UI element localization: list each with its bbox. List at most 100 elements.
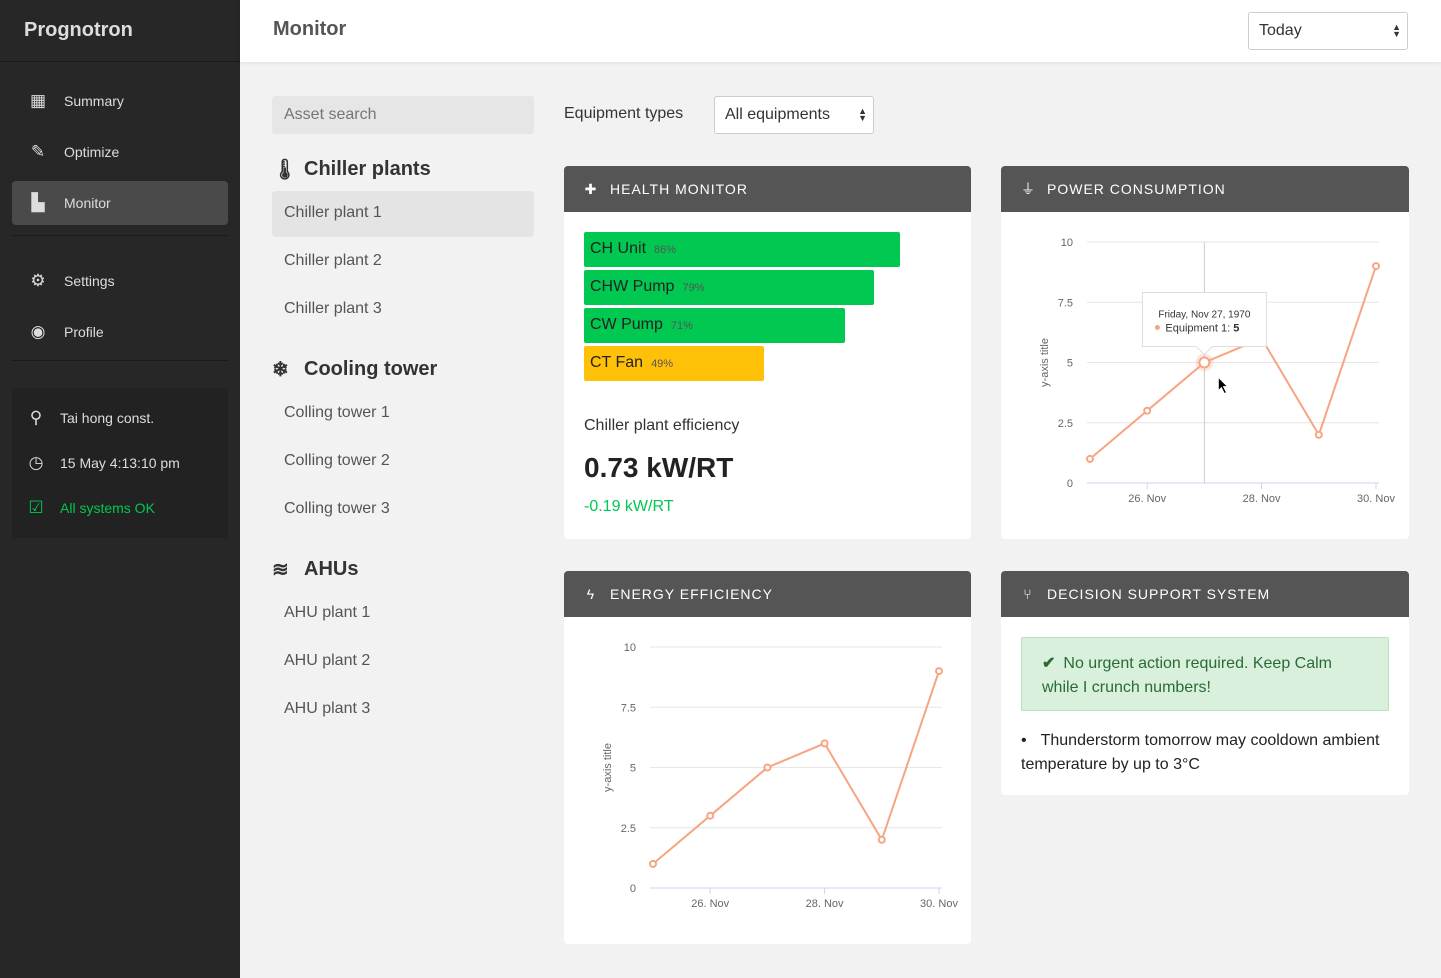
asset-item[interactable]: Chiller plant 1 (272, 191, 534, 237)
asset-item[interactable]: AHU plant 3 (272, 687, 534, 733)
nav-label: Monitor (64, 195, 111, 211)
wind-icon: ≋ (272, 559, 289, 581)
y-tick-label: 0 (630, 883, 636, 895)
divider (12, 360, 228, 361)
y-tick-label: 7.5 (621, 702, 636, 714)
bar-percent: 71% (670, 320, 693, 332)
x-tick-label: 28. Nov (806, 898, 844, 910)
top-bar: Monitor Today ▲ ▼ (240, 0, 1441, 62)
y-tick-label: 2.5 (621, 823, 636, 835)
app-logo: Prognotron (0, 0, 240, 62)
asset-item[interactable]: AHU plant 1 (272, 591, 534, 637)
data-point (1086, 454, 1094, 463)
snowflake-icon: ❄ (272, 359, 289, 381)
asset-item[interactable]: AHU plant 2 (272, 639, 534, 685)
bar-label: CH Unit (590, 240, 647, 257)
y-tick-label: 5 (1067, 358, 1073, 370)
power-consumption-chart[interactable]: 0 2.5 5 7.5 10 26. Nov 28. Nov 30. Nov y-axis ti… (1001, 212, 1409, 539)
bar-percent: 79% (682, 282, 705, 294)
mouse-cursor-icon (1218, 376, 1229, 395)
tooltip-value: 5 (1233, 323, 1239, 335)
dss-bullet: • Thunderstorm tomorrow may cooldown ambi… (1021, 729, 1391, 777)
system-status: ☑ All systems OK (12, 498, 155, 518)
equipment-types-label: Equipment types (564, 105, 684, 122)
select-value: All equipments (725, 106, 830, 123)
data-point (877, 835, 886, 844)
health-bar: CW Pump 71% (584, 308, 845, 343)
data-point (706, 811, 715, 820)
health-monitor-card: ✚ HEALTH MONITOR CH Unit 86% CHW Pump 79% CW … (564, 166, 971, 539)
card-title: HEALTH MONITOR (610, 181, 748, 197)
y-axis-title: y-axis title (1039, 338, 1051, 387)
x-tick-label: 26. Nov (1128, 493, 1166, 505)
select-arrows-icon: ▲ ▼ (1392, 22, 1401, 39)
asset-item[interactable]: Chiller plant 3 (272, 287, 534, 333)
date-range-select[interactable]: Today ▲ ▼ (1248, 12, 1408, 50)
tooltip-date: Friday, Nov 27, 1970 (1158, 310, 1251, 321)
sidebar-item-optimize[interactable]: ✎ Optimize (12, 130, 228, 174)
data-point (1198, 356, 1211, 369)
map-pin-icon: ⚲ (29, 408, 43, 427)
card-title: DECISION SUPPORT SYSTEM (1047, 586, 1271, 602)
y-tick-label: 10 (624, 642, 636, 654)
page-title: Monitor (273, 18, 347, 40)
asset-item[interactable]: Colling tower 2 (272, 439, 534, 485)
datetime: ◷ 15 May 4:13:10 pm (12, 453, 180, 473)
select-value: Today (1259, 22, 1302, 39)
divider (12, 235, 228, 236)
x-tick-label: 30. Nov (920, 898, 958, 910)
group-title: AHUs (304, 558, 359, 580)
success-alert: ✔ No urgent action required. Keep Calm wh… (1021, 637, 1389, 711)
data-point (1143, 406, 1152, 415)
y-tick-label: 10 (1061, 237, 1073, 249)
card-header: ✚ HEALTH MONITOR (564, 166, 971, 212)
bar-chart-icon: ▙ (31, 193, 45, 212)
nav-label: Summary (64, 93, 124, 109)
card-title: POWER CONSUMPTION (1047, 181, 1226, 197)
gear-icon: ⚙ (30, 271, 46, 290)
nav-label: Profile (64, 324, 104, 340)
medkit-icon: ✚ (584, 180, 598, 197)
thermometer-icon: 🌡 (272, 159, 298, 181)
power-consumption-card: ⏚ POWER CONSUMPTION 0 2.5 5 7.5 10 26. Nov 28. … (1001, 166, 1409, 539)
y-tick-label: 0 (1067, 478, 1073, 490)
location: ⚲ Tai hong const. (12, 408, 154, 428)
sidebar-item-profile[interactable]: ◉ Profile (12, 310, 228, 354)
magic-wand-icon: ✎ (30, 142, 46, 161)
nav-label: Settings (64, 273, 115, 289)
grid-icon: ▦ (29, 91, 47, 110)
group-cooling-tower: ❄ Cooling tower (272, 357, 437, 382)
efficiency-label: Chiller plant efficiency (584, 417, 740, 434)
asset-item[interactable]: Colling tower 1 (272, 391, 534, 437)
group-title: Chiller plants (304, 158, 431, 180)
equipment-type-select[interactable]: All equipments ▲ ▼ (714, 96, 874, 134)
data-point (935, 667, 943, 676)
y-tick-label: 7.5 (1058, 297, 1073, 309)
data-point (1372, 262, 1380, 271)
check-icon: ✔ (1042, 655, 1056, 672)
card-title: ENERGY EFFICIENCY (610, 586, 773, 602)
bar-percent: 86% (654, 244, 677, 256)
energy-efficiency-card: ϟ ENERGY EFFICIENCY 0 2.5 5 7.5 10 26. Nov 28. … (564, 571, 971, 944)
x-tick-label: 26. Nov (691, 898, 729, 910)
decision-support-card: ⑂ DECISION SUPPORT SYSTEM ✔ No urgent acti… (1001, 571, 1409, 795)
select-arrows-icon: ▲ ▼ (858, 106, 867, 123)
data-point (820, 739, 829, 748)
datetime-text: 15 May 4:13:10 pm (60, 455, 180, 471)
alert-text: No urgent action required. Keep Calm whi… (1042, 655, 1332, 696)
asset-item[interactable]: Chiller plant 2 (272, 239, 534, 285)
sidebar-item-settings[interactable]: ⚙ Settings (12, 259, 228, 303)
x-tick-label: 30. Nov (1357, 493, 1395, 505)
asset-search-input[interactable] (272, 96, 534, 134)
bullet-text: Thunderstorm tomorrow may cooldown ambie… (1021, 732, 1380, 773)
y-tick-label: 5 (630, 763, 636, 775)
nav-label: Optimize (64, 144, 120, 160)
asset-item[interactable]: Colling tower 3 (272, 487, 534, 533)
site-info: ⚲ Tai hong const. ◷ 15 May 4:13:10 pm ☑ All… (12, 388, 228, 538)
sidebar-item-monitor[interactable]: ▙ Monitor (12, 181, 228, 225)
tooltip-series-name: Equipment 1: (1165, 323, 1233, 335)
group-ahus: ≋ AHUs (272, 557, 358, 582)
data-point (1314, 430, 1323, 439)
energy-efficiency-chart[interactable]: 0 2.5 5 7.5 10 26. Nov 28. Nov 30. Nov y-axis ti… (564, 617, 971, 944)
sidebar-item-summary[interactable]: ▦ Summary (12, 79, 228, 123)
